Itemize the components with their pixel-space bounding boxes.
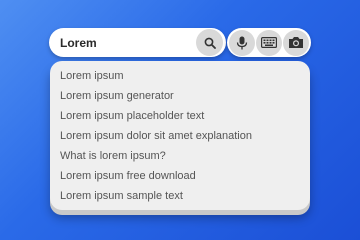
suggestion-item[interactable]: Lorem ipsum dolor sit amet explanation (50, 126, 310, 146)
search-button[interactable] (196, 29, 223, 56)
suggestion-item[interactable]: Lorem ipsum (50, 66, 310, 86)
suggestion-item[interactable]: What is lorem ipsum? (50, 146, 310, 166)
suggestion-item[interactable]: Lorem ipsum generator (50, 86, 310, 106)
input-tools (227, 28, 311, 57)
camera-icon (289, 37, 303, 48)
voice-search-button[interactable] (229, 29, 255, 56)
suggestions-dropdown: Lorem ipsum Lorem ipsum generator Lorem … (50, 61, 310, 210)
suggestion-item[interactable]: Lorem ipsum sample text (50, 186, 310, 206)
suggestion-item[interactable]: Lorem ipsum placeholder text (50, 106, 310, 126)
suggestion-item[interactable]: Lorem ipsum free download (50, 166, 310, 186)
microphone-icon (236, 36, 248, 49)
camera-search-button[interactable] (283, 29, 309, 56)
search-icon (204, 37, 216, 49)
keyboard-button[interactable] (256, 29, 282, 56)
search-input[interactable]: Lorem (60, 36, 196, 50)
keyboard-icon (261, 37, 277, 48)
search-bar[interactable]: Lorem (49, 28, 226, 57)
